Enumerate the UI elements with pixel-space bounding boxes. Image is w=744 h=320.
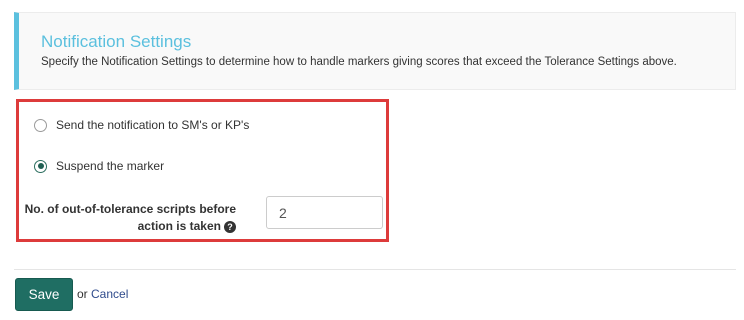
suspend-option-label: Suspend the marker bbox=[56, 159, 165, 173]
save-button[interactable]: Save bbox=[15, 278, 73, 311]
notification-settings-page: Notification Settings Specify the Notifi… bbox=[0, 0, 744, 320]
cancel-link[interactable]: Cancel bbox=[91, 287, 128, 301]
notify-option[interactable]: Send the notification to SM's or KP's bbox=[34, 118, 249, 132]
threshold-input[interactable] bbox=[266, 196, 383, 229]
help-icon[interactable]: ? bbox=[224, 221, 236, 233]
notification-info-box: Notification Settings Specify the Notifi… bbox=[14, 12, 736, 90]
suspend-radio[interactable] bbox=[34, 159, 47, 173]
notify-option-label: Send the notification to SM's or KP's bbox=[56, 118, 250, 132]
threshold-label-line2: action is taken bbox=[137, 219, 221, 233]
section-title: Notification Settings bbox=[41, 32, 192, 51]
notify-radio[interactable] bbox=[34, 118, 47, 132]
threshold-label: No. of out-of-tolerance scripts before a… bbox=[24, 201, 236, 235]
suspend-option[interactable]: Suspend the marker bbox=[34, 159, 164, 173]
or-text: or bbox=[77, 287, 88, 301]
threshold-label-line1: No. of out-of-tolerance scripts before bbox=[24, 202, 236, 216]
form-divider bbox=[14, 269, 736, 270]
section-description: Specify the Notification Settings to det… bbox=[41, 56, 677, 68]
